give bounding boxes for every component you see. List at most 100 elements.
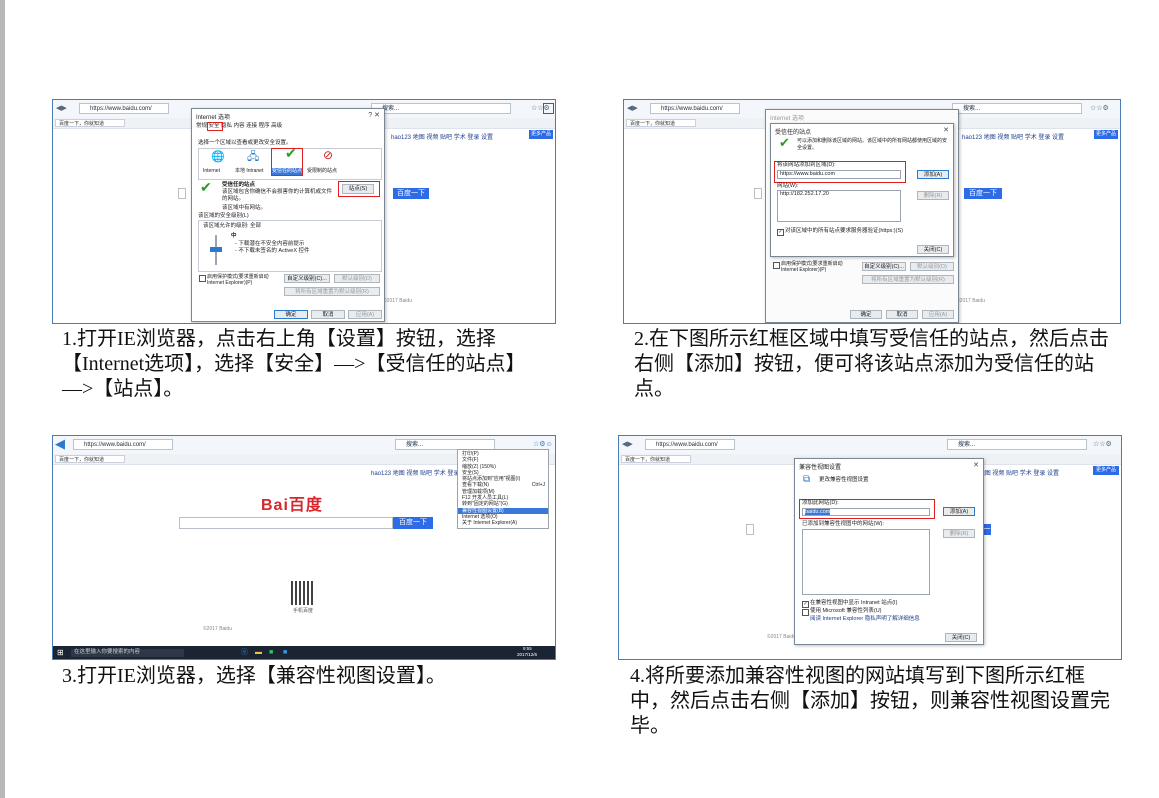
step2-caption: 2.在下图所示红框区域中填写受信任的站点，然后点击右侧【添加】按钮，便可将该站点… [634, 328, 1109, 400]
close-icon[interactable]: ✕ [943, 126, 949, 134]
sites-list[interactable] [802, 529, 930, 595]
privacy-link[interactable]: 阅读 Internet Explorer 隐私声明了解详细信息 [810, 616, 920, 623]
cancel-button[interactable]: 取消 [886, 310, 918, 319]
security-tab-highlight [207, 122, 223, 131]
step1-screenshot: ◀▶ https://www.baidu.com/ 搜索... ☆☆⚙ 百度一下… [52, 99, 556, 324]
reset-all-button[interactable]: 将所有区域重置为默认级别(R) [284, 287, 380, 296]
back-icon: ◀▶ [56, 105, 67, 112]
search-bar[interactable]: 搜索... [952, 103, 1082, 114]
browser-tab[interactable]: 百度一下，你就知道 [55, 455, 125, 463]
zone-internet[interactable]: Internet [203, 168, 220, 175]
add-button[interactable]: 添加(A) [943, 507, 975, 516]
close-button[interactable]: 关闭(C) [945, 633, 977, 642]
page-footer: ©2017 Baidu [383, 298, 412, 304]
sites-button-highlight [338, 181, 380, 197]
browser-tab[interactable]: 百度一下，你就知道 [621, 455, 691, 463]
internet-options-dialog: Internet 选项 ? ✕ 常规 安全 隐私 内容 连接 程序 高级 选择一… [191, 108, 385, 322]
baidu-search-button[interactable]: 百度一下 [393, 517, 433, 529]
search-bar[interactable]: 搜索... [947, 439, 1087, 450]
mail-icon[interactable]: ■ [283, 648, 287, 657]
level-desc-1: - 下载潜在不安全内容前提示 [235, 241, 305, 247]
more-products-button[interactable]: 更多产品 [1094, 130, 1118, 139]
protected-mode-checkbox[interactable] [199, 275, 206, 282]
trusted-zone-highlight [271, 148, 303, 176]
page-left-edge [0, 0, 5, 798]
sites-list[interactable]: http://182.252.17.20 [777, 190, 901, 222]
internet-zone-icon[interactable]: 🌐 [211, 152, 225, 163]
ok-button[interactable]: 确定 [274, 310, 308, 319]
level-name: 中 [231, 233, 237, 239]
settings-icon[interactable]: ☆⚙☺ [533, 440, 553, 449]
reset-all-button[interactable]: 将所有区域重置为默认级别(R) [862, 275, 954, 284]
back-icon[interactable]: ◀ [55, 437, 65, 451]
remove-button[interactable]: 删除(R) [917, 191, 949, 200]
add-site-input[interactable]: https://www.baidu.com [777, 170, 901, 179]
windows-start-icon[interactable]: ⊞ [57, 648, 64, 657]
cancel-button[interactable]: 取消 [311, 310, 345, 319]
add-site-label: 添加此网站(D): [802, 500, 839, 506]
edge-icon[interactable]: ⓔ [241, 648, 248, 657]
level-slider-thumb[interactable] [210, 247, 222, 252]
nav-links[interactable]: hao123 地图 视频 贴吧 学术 登录 设置 [391, 132, 493, 141]
protected-mode-label: 启用保护模式(要求重新启动 Internet Explorer)(P) [781, 261, 843, 273]
dialog-heading: 更改兼容性视图设置 [819, 477, 869, 483]
intranet-label: 在兼容性视图中显示 Intranet 站点(I) [810, 600, 898, 606]
app-icon[interactable]: ■ [269, 648, 273, 657]
ms-list-label: 使用 Microsoft 兼容性列表(U) [810, 608, 882, 614]
ok-button[interactable]: 确定 [850, 310, 882, 319]
compat-view-dialog: 兼容性视图设置 ✕ ⧉ 更改兼容性视图设置 添加此网站(D): baidu.co… [794, 458, 984, 645]
https-checkbox[interactable]: ✓ [777, 229, 784, 236]
menu-item-downloads[interactable]: 查看下载(N) Ctrl+J [458, 482, 548, 488]
default-level-button[interactable]: 默认级别(D) [334, 274, 380, 283]
add-site-input[interactable]: baidu.com [802, 508, 930, 516]
custom-level-button[interactable]: 自定义级别(C)... [862, 262, 906, 271]
apply-button[interactable]: 应用(A) [348, 310, 382, 319]
add-button[interactable]: 添加(A) [917, 170, 949, 179]
address-bar[interactable]: https://www.baidu.com/ [79, 103, 169, 114]
site-entry[interactable]: http://182.252.17.20 [780, 191, 900, 198]
ms-list-checkbox[interactable] [802, 609, 809, 616]
custom-level-button[interactable]: 自定义级别(C)... [284, 274, 330, 283]
menu-shortcut: Ctrl+J [531, 482, 545, 489]
intranet-checkbox[interactable]: ✓ [802, 601, 809, 608]
security-level-box: 该区域允许的级别: 全部 中 - 下载潜在不安全内容前提示 - 不下载未签名的 … [198, 220, 382, 272]
intranet-zone-icon[interactable]: 🖧 [247, 152, 259, 163]
protected-mode-checkbox[interactable] [773, 262, 780, 269]
apply-button[interactable]: 应用(A) [922, 310, 954, 319]
menu-item-about[interactable]: 关于 Internet Explorer(A) [458, 520, 548, 526]
browser-tab[interactable]: 百度一下，你就知道 [626, 119, 696, 127]
close-icon[interactable]: ✕ [973, 461, 979, 469]
default-level-button[interactable]: 默认级别(D) [910, 262, 954, 271]
zone-restricted[interactable]: 受限制的站点 [307, 168, 337, 175]
qr-label: 手机百度 [293, 608, 314, 614]
more-products-button[interactable]: 更多产品 [1093, 466, 1119, 475]
taskbar-date: 2017/12/6 [517, 652, 538, 657]
baidu-search-input[interactable] [746, 524, 754, 535]
baidu-search-button[interactable]: 百度一下 [393, 188, 429, 199]
zone-heading: 受信任的站点 [222, 182, 256, 188]
close-button[interactable]: 关闭(C) [917, 245, 949, 254]
nav-links[interactable]: hao123 地图 视频 贴吧 学术 登录 设置 [962, 132, 1064, 141]
restricted-zone-icon[interactable]: ⊘ [323, 149, 333, 161]
address-bar[interactable]: https://www.baidu.com/ [645, 439, 735, 450]
add-site-value: baidu.com [805, 509, 831, 515]
browser-tab[interactable]: 百度一下，你就知道 [55, 119, 125, 127]
address-bar[interactable]: https://www.baidu.com/ [650, 103, 740, 114]
settings-icon[interactable]: ☆☆⚙ [1093, 440, 1112, 449]
page-footer: ©2017 Baidu [767, 634, 796, 640]
back-icon: ◀▶ [627, 105, 638, 112]
more-products-button[interactable]: 更多产品 [529, 130, 553, 139]
baidu-search-input[interactable] [178, 188, 186, 199]
baidu-search-input[interactable] [754, 188, 762, 199]
zone-list: 🌐 🖧 ✔ ⊘ Internet 本地 Intranet 受信任的站点 受限制的… [198, 146, 382, 180]
zone-intranet[interactable]: 本地 Intranet [235, 168, 263, 175]
address-bar[interactable]: https://www.baidu.com/ [73, 439, 173, 450]
remove-button[interactable]: 删除(R) [943, 529, 975, 538]
search-bar[interactable]: 搜索... [371, 103, 511, 114]
baidu-search-input[interactable] [179, 517, 393, 529]
folder-icon[interactable]: ▬ [255, 648, 262, 657]
taskbar-search[interactable]: 在这里输入你要搜索的内容 [71, 649, 184, 657]
baidu-search-button[interactable]: 百度一下 [964, 188, 1002, 199]
close-icon[interactable]: ? ✕ [368, 111, 380, 119]
settings-icon[interactable]: ☆☆⚙ [1090, 104, 1109, 113]
